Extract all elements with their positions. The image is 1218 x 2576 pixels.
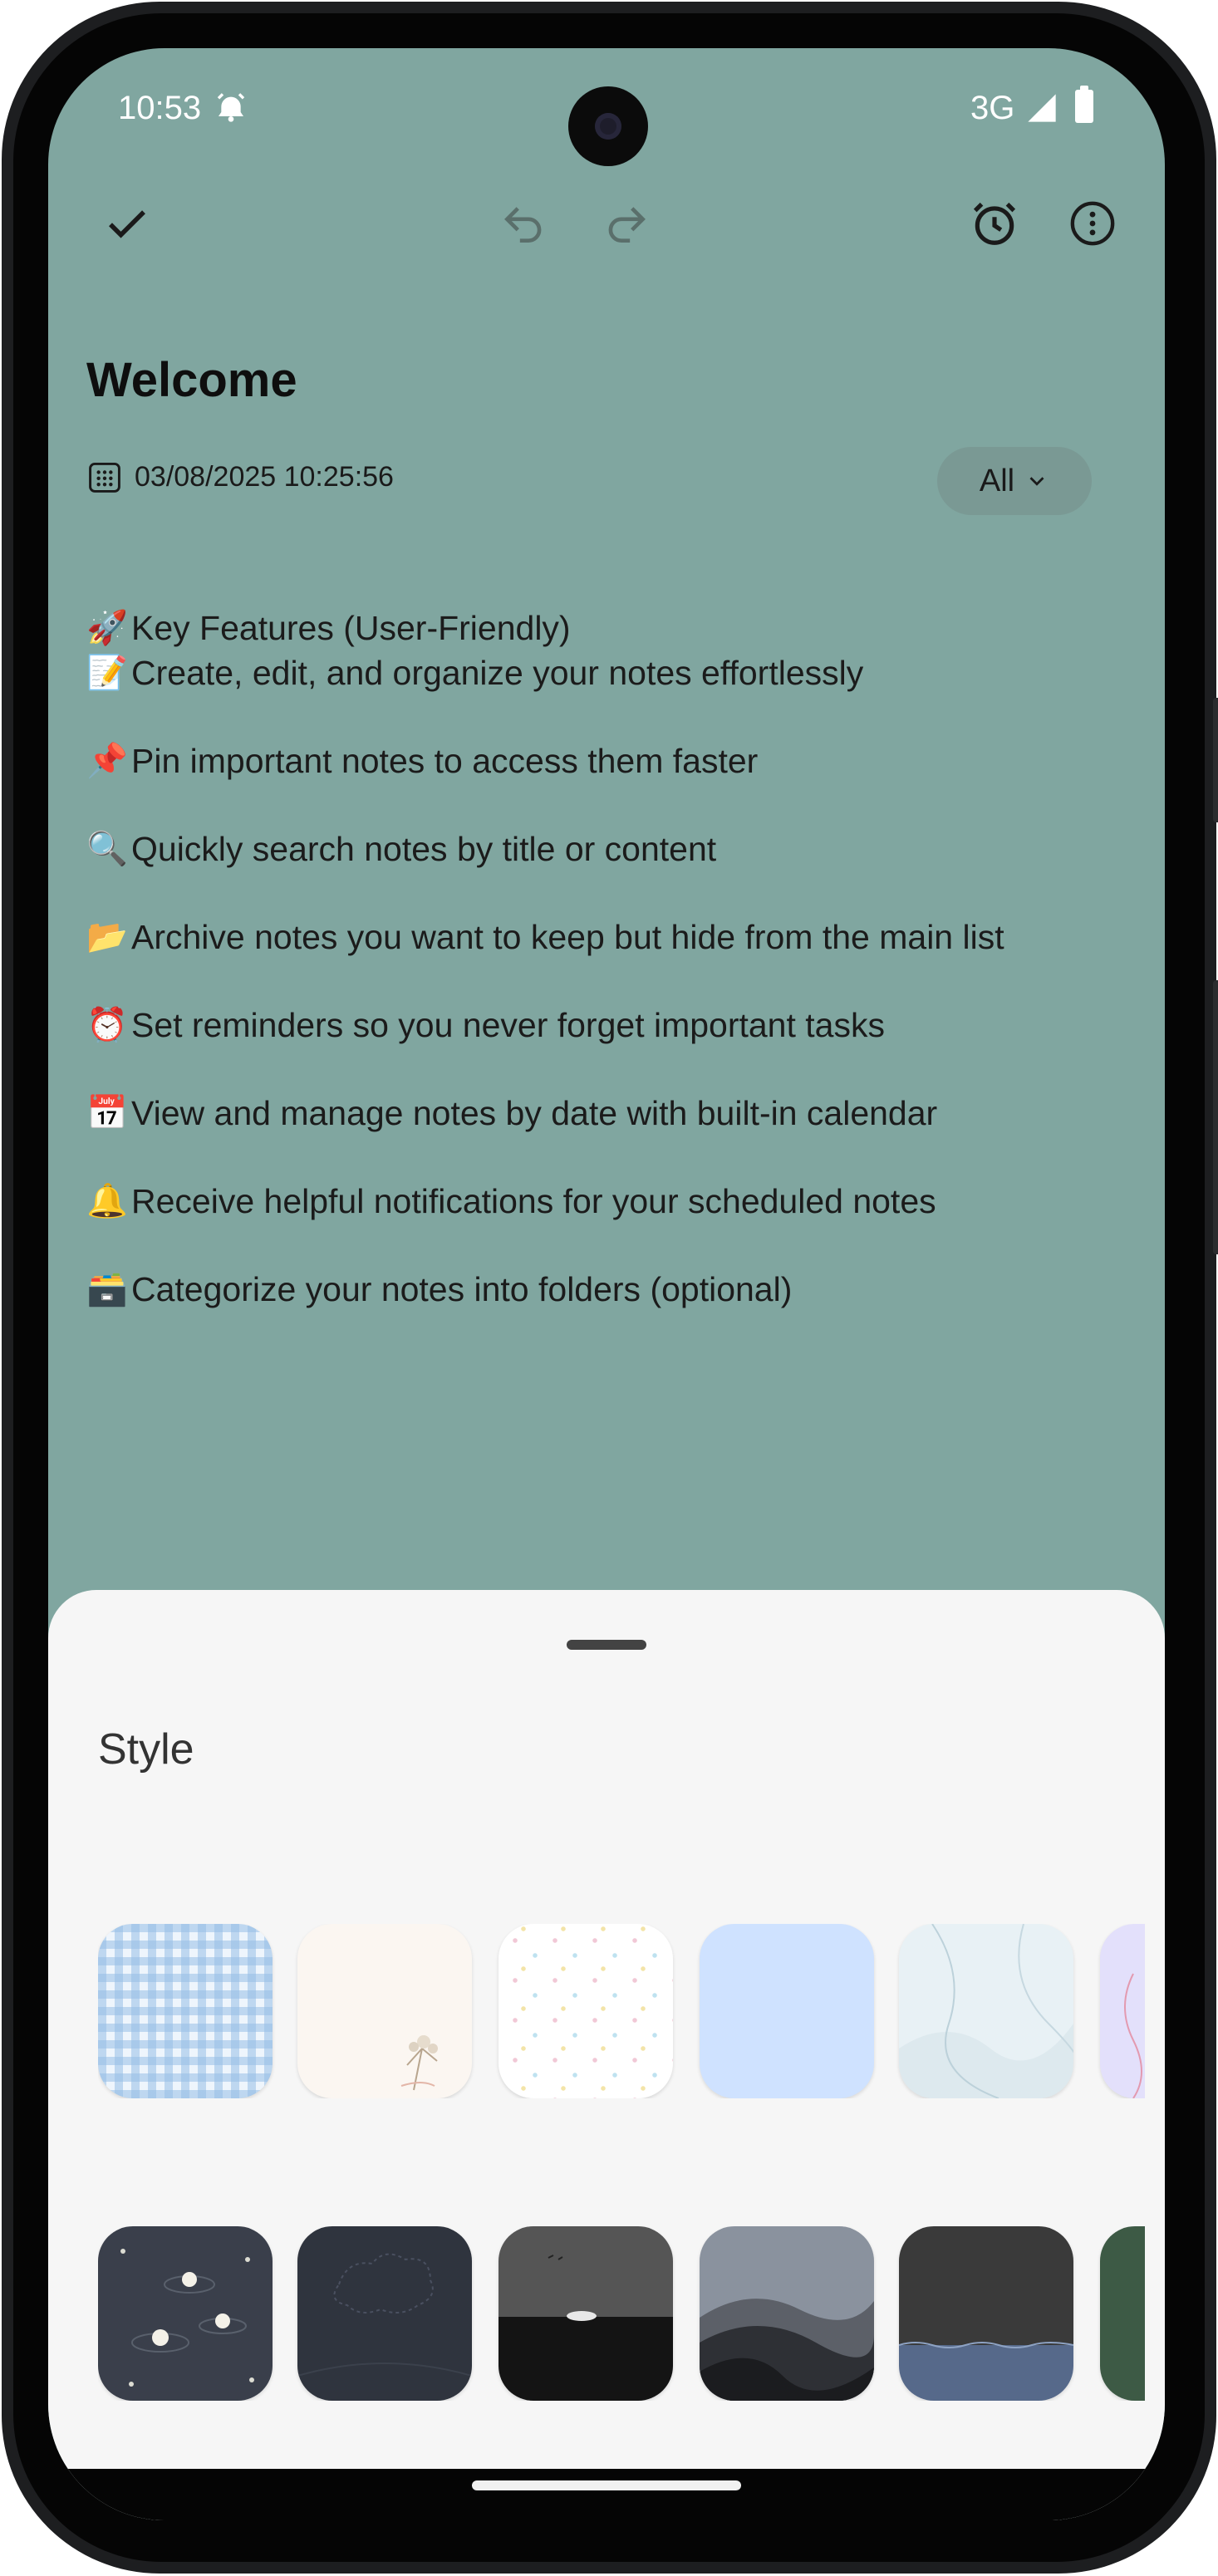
sheet-drag-handle[interactable] — [567, 1640, 646, 1650]
cloud-outline-pattern — [297, 2253, 472, 2377]
style-tile-dark-ocean[interactable] — [899, 2226, 1073, 2401]
screen: 10:53 3G Welcome 03/08/2025 10:25:56 All… — [48, 48, 1165, 2520]
lavender-pattern — [1124, 1973, 1142, 2098]
dunes-pattern — [700, 2299, 874, 2401]
category-label: All — [979, 463, 1015, 498]
alarm-clock-emoji-icon: ⏰ — [86, 1007, 128, 1043]
note-line: 📝 Create, edit, and organize your notes e… — [86, 650, 863, 696]
note-line: ⏰ Set reminders so you never forget impor… — [86, 1002, 885, 1048]
flower-bouquet-icon — [400, 2035, 438, 2091]
check-icon[interactable] — [98, 194, 156, 253]
signal-icon — [1028, 94, 1056, 122]
style-tile-dunes[interactable] — [700, 2226, 874, 2401]
ocean-wave-line — [899, 2342, 1073, 2348]
night-sea-pattern — [548, 2255, 597, 2321]
status-time: 10:53 — [118, 90, 202, 126]
chevron-down-icon — [1029, 477, 1044, 486]
pin-icon: 📌 — [86, 743, 128, 779]
note-line-text: View and manage notes by date with built… — [131, 1093, 938, 1132]
power-button — [1213, 698, 1218, 822]
rocket-icon: 🚀 — [86, 610, 128, 646]
home-indicator[interactable] — [472, 2480, 741, 2490]
style-tile-ducks-pond[interactable] — [98, 2226, 273, 2401]
note-line-text: Key Features (User-Friendly) — [131, 608, 571, 647]
battery-icon — [1075, 86, 1093, 123]
bell-icon: 🔔 — [86, 1183, 128, 1219]
note-line: 🔔 Receive helpful notifications for your … — [86, 1178, 936, 1224]
style-tile-dark-slate-cloud[interactable] — [297, 2226, 472, 2401]
style-tile-dotted-confetti[interactable] — [498, 1924, 673, 2098]
card-box-icon: 🗃️ — [86, 1271, 128, 1308]
undo-icon[interactable] — [495, 194, 553, 253]
note-line: 📅 View and manage notes by date with buil… — [86, 1090, 937, 1136]
category-dropdown[interactable]: All — [937, 447, 1092, 515]
note-line: 🚀 Key Features (User-Friendly) — [86, 605, 571, 651]
note-title[interactable]: Welcome — [86, 352, 297, 408]
waves-pattern — [899, 1924, 1073, 2098]
note-line: 🔍 Quickly search notes by title or conten… — [86, 826, 716, 872]
style-tile-forest-green[interactable] — [1100, 2226, 1145, 2401]
status-bar: 10:53 3G — [48, 48, 1165, 166]
volume-button — [1213, 980, 1218, 1254]
style-tile-blue-gingham[interactable] — [98, 1924, 273, 2098]
note-date-row: 03/08/2025 10:25:56 — [86, 459, 394, 495]
alarm-status-icon — [217, 93, 245, 122]
redo-icon[interactable] — [597, 194, 655, 253]
note-line-text: Categorize your notes into folders (opti… — [131, 1269, 793, 1308]
ducks-pond-pattern — [120, 2249, 254, 2387]
style-tile-night-sea[interactable] — [498, 2226, 673, 2401]
note-line: 📌 Pin important notes to access them fast… — [86, 738, 758, 784]
alarm-clock-icon[interactable] — [965, 194, 1024, 253]
memo-icon: 📝 — [86, 655, 128, 691]
calendar-icon — [89, 462, 120, 493]
note-line-text: Archive notes you want to keep but hide … — [131, 917, 1004, 956]
note-line: 🗃️ Categorize your notes into folders (op… — [86, 1266, 792, 1313]
folder-icon: 📂 — [86, 919, 128, 955]
phone-frame: 10:53 3G Welcome 03/08/2025 10:25:56 All… — [0, 0, 1218, 2576]
sheet-title: Style — [98, 1725, 194, 1774]
note-line-text: Quickly search notes by title or content — [131, 829, 717, 868]
more-vertical-icon[interactable] — [1063, 194, 1122, 253]
navigation-bar — [48, 2469, 1165, 2520]
note-line-text: Pin important notes to access them faste… — [131, 741, 759, 780]
note-line: 📂 Archive notes you want to keep but hide… — [86, 914, 1004, 960]
style-bottom-sheet: Style — [48, 1590, 1165, 2520]
front-camera — [568, 86, 648, 166]
note-line-text: Set reminders so you never forget import… — [131, 1005, 885, 1044]
dark-styles-row[interactable] — [98, 2226, 1145, 2401]
note-line-text: Create, edit, and organize your notes ef… — [131, 653, 864, 692]
note-datetime: 03/08/2025 10:25:56 — [135, 460, 394, 493]
network-type: 3G — [970, 90, 1015, 126]
light-styles-row[interactable] — [98, 1924, 1145, 2098]
magnifier-icon: 🔍 — [86, 831, 128, 867]
note-line-text: Receive helpful notifications for your s… — [131, 1181, 936, 1220]
style-tile-lavender[interactable] — [1100, 1924, 1145, 2098]
style-tile-light-blue[interactable] — [700, 1924, 874, 2098]
calendar-emoji-icon: 📅 — [86, 1095, 128, 1131]
style-tile-pale-waves[interactable] — [899, 1924, 1073, 2098]
style-tile-cream-flower[interactable] — [297, 1924, 472, 2098]
